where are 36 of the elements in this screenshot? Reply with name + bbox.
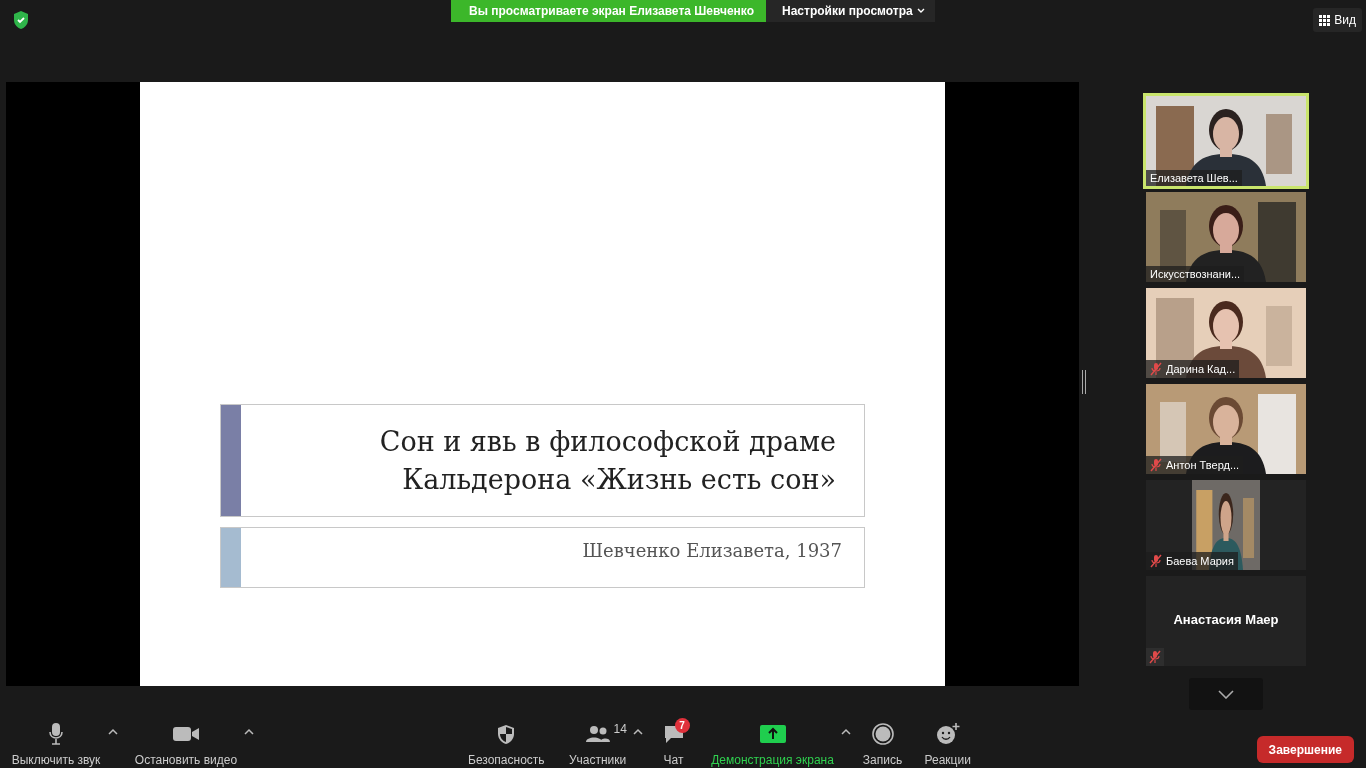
- camera-button[interactable]: Остановить видео: [134, 722, 238, 767]
- video-camera-icon: [173, 726, 199, 742]
- participant-name: Елизавета Шев...: [1150, 172, 1238, 184]
- participant-name: Анастасия Маер: [1172, 612, 1280, 627]
- reactions-button[interactable]: Реакции: [924, 722, 971, 767]
- mic-button[interactable]: Выключить звук: [10, 722, 102, 767]
- sharing-status-label: Вы просматриваете экран Елизавета Шевченко: [451, 0, 766, 22]
- chevron-down-icon: [1218, 689, 1234, 699]
- participant-name: Антон Тверд...: [1166, 459, 1240, 471]
- participant-name: Искусствознани...: [1150, 268, 1241, 280]
- caret-icon[interactable]: [632, 728, 643, 736]
- participant-count: 14: [613, 722, 627, 736]
- participant-name: Баева Мария: [1166, 555, 1234, 567]
- caret-icon[interactable]: [840, 728, 851, 736]
- caret-icon[interactable]: [108, 728, 118, 736]
- shield-icon[interactable]: [12, 10, 30, 30]
- shield-icon: [497, 723, 516, 745]
- participants-button[interactable]: 14 Участники: [568, 722, 627, 767]
- record-icon: [871, 723, 894, 745]
- resize-handle[interactable]: [1082, 370, 1086, 394]
- people-icon: [585, 725, 610, 743]
- record-button[interactable]: Запись: [862, 722, 903, 767]
- microphone-icon: [49, 723, 63, 745]
- share-button[interactable]: Демонстрация экрана: [710, 722, 835, 767]
- security-button[interactable]: Безопасность: [468, 722, 545, 767]
- end-meeting-button[interactable]: Завершение: [1256, 736, 1354, 763]
- slide-title: Сон и явь в философской драме Кальдерона «Жизнь есть сон»: [378, 425, 837, 497]
- caret-icon: [916, 8, 925, 14]
- participant-name: Дарина Кад...: [1166, 363, 1236, 375]
- smiley-icon: [935, 723, 960, 745]
- grid-icon: [1319, 14, 1331, 26]
- view-button[interactable]: Вид: [1313, 8, 1362, 32]
- accent-bar: [221, 528, 241, 587]
- slide-subtitle: Шевченко Елизавета, 1937: [581, 539, 843, 563]
- caret-icon[interactable]: [244, 728, 254, 736]
- view-options-button[interactable]: Настройки просмотра: [766, 0, 935, 22]
